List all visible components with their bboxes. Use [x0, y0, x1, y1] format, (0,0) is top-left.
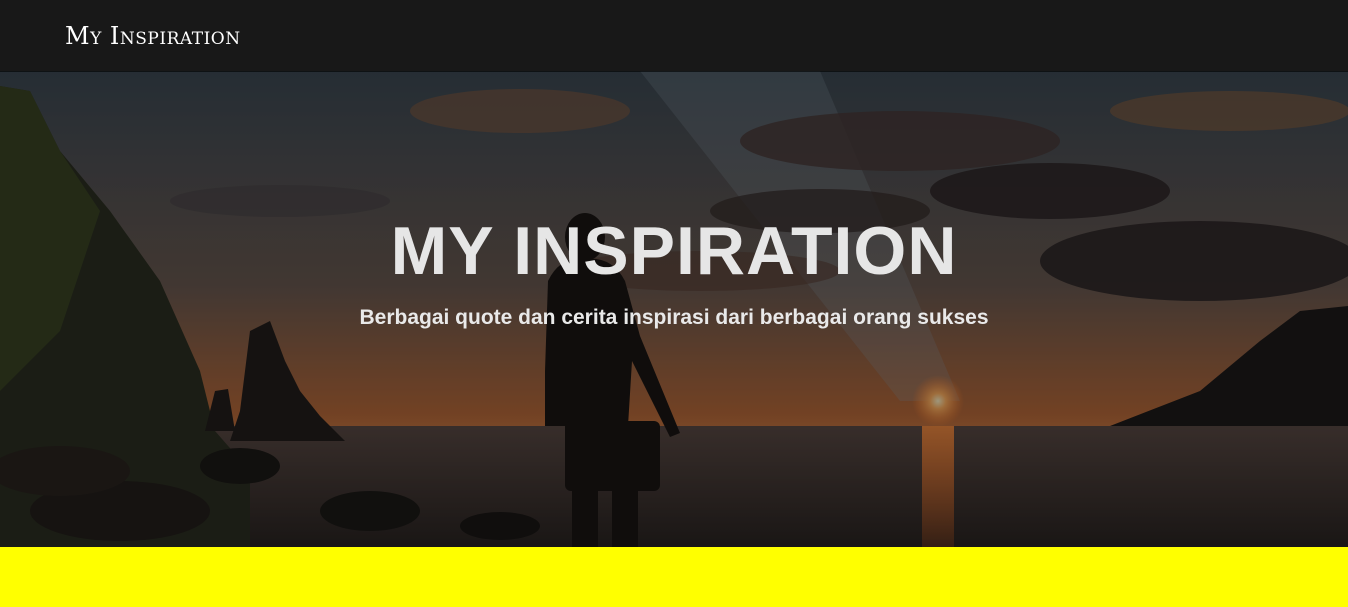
top-navbar: My Inspiration — [0, 0, 1348, 71]
hero-title: MY INSPIRATION — [390, 213, 958, 289]
hero-subtitle: Berbagai quote dan cerita inspirasi dari… — [359, 306, 989, 329]
yellow-section — [0, 547, 1348, 607]
hero-section: MY INSPIRATION Berbagai quote dan cerita… — [0, 71, 1348, 547]
brand-link[interactable]: My Inspiration — [65, 20, 241, 52]
